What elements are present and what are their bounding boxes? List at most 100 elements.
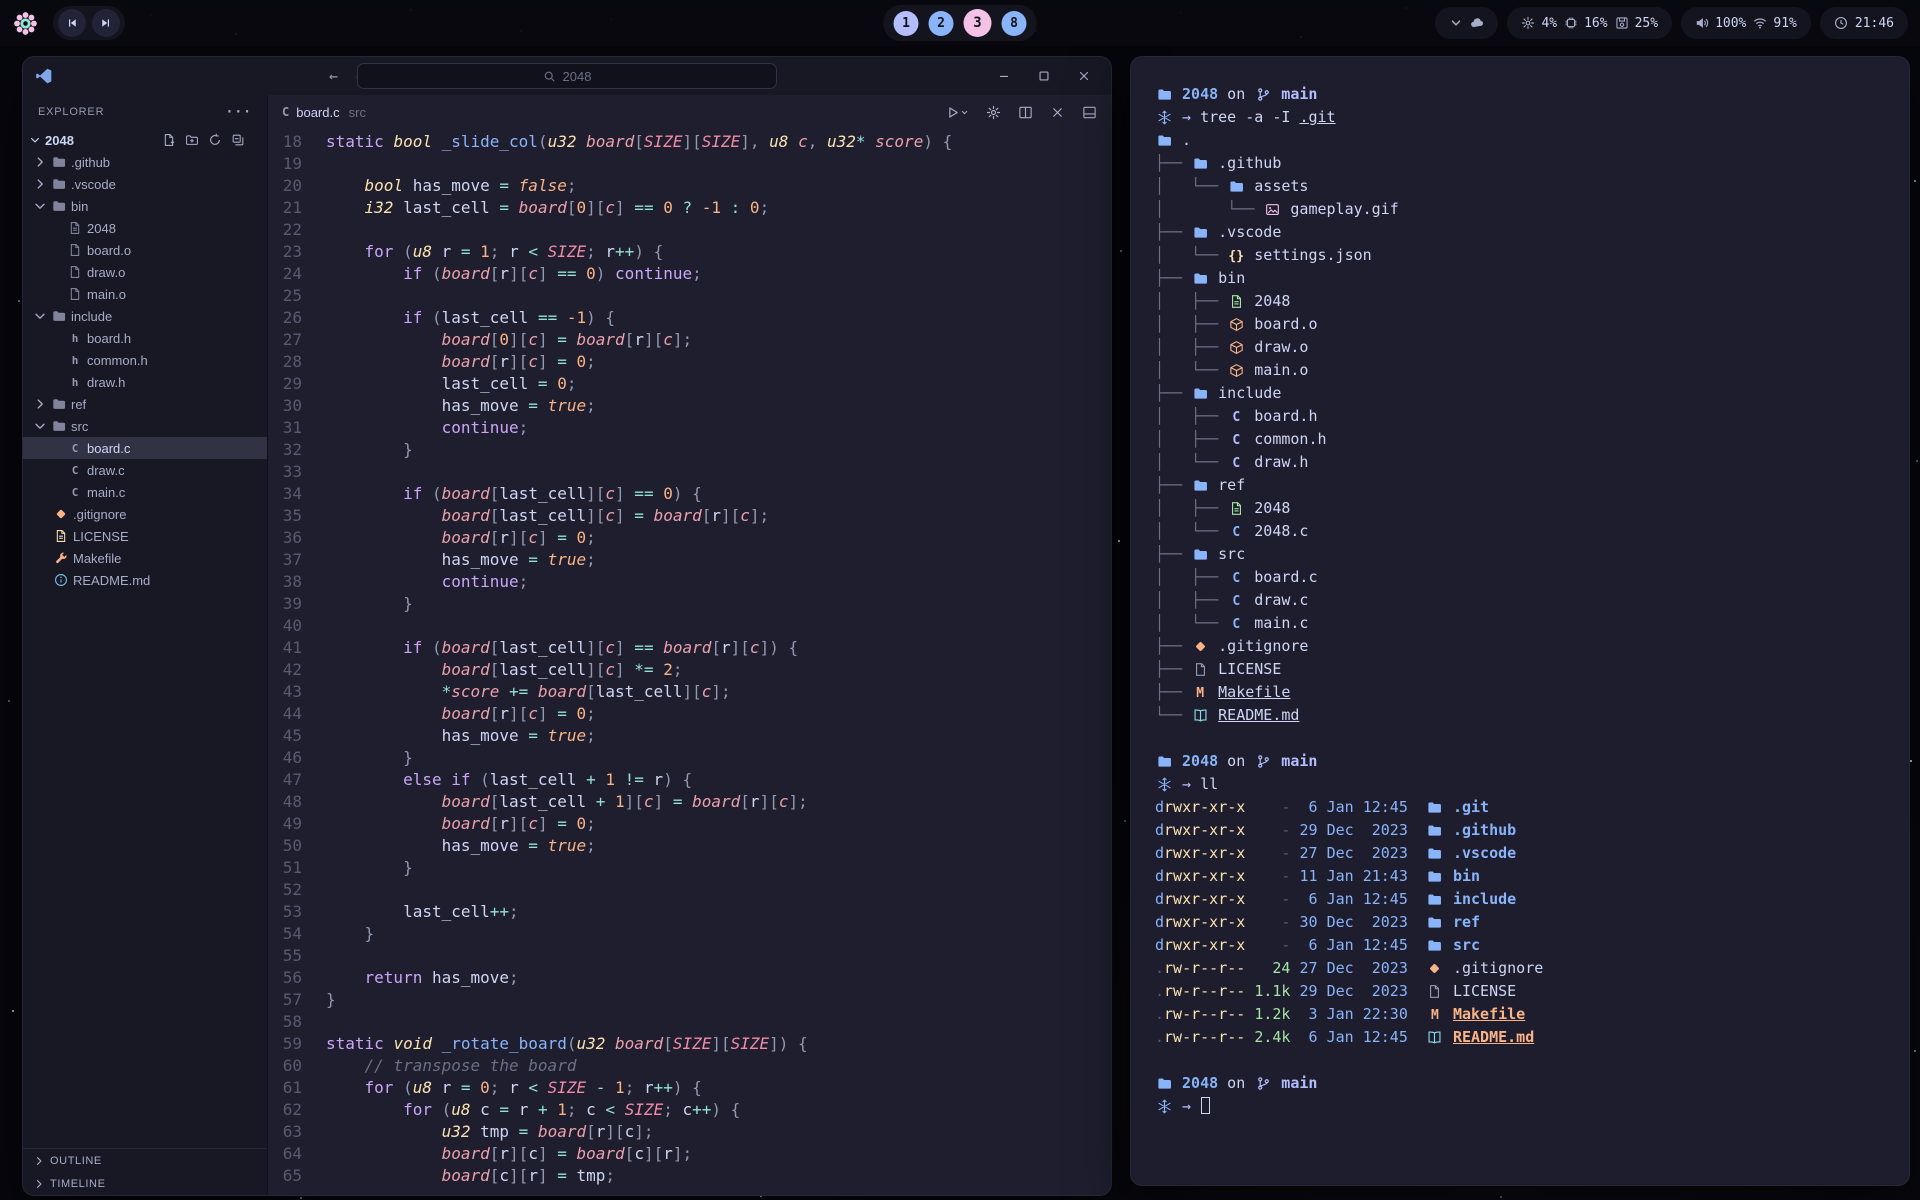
code-line-65[interactable]: 65 board[c][r] = tmp;: [268, 1165, 1111, 1187]
code-line-61[interactable]: 61 for (u8 r = 0; r < SIZE - 1; r++) {: [268, 1077, 1111, 1099]
file-tree-item-include[interactable]: include: [23, 305, 267, 327]
code-line-37[interactable]: 37 has_move = true;: [268, 549, 1111, 571]
code-line-45[interactable]: 45 has_move = true;: [268, 725, 1111, 747]
code-line-30[interactable]: 30 has_move = true;: [268, 395, 1111, 417]
split-editor-button[interactable]: [1018, 105, 1033, 120]
file-tree-item-README.md[interactable]: README.md: [23, 569, 267, 591]
code-line-33[interactable]: 33: [268, 461, 1111, 483]
weather-widget[interactable]: [1435, 7, 1498, 39]
project-root-row[interactable]: 2048: [23, 129, 267, 151]
close-window-button[interactable]: [1077, 69, 1091, 83]
file-tree-item-2048[interactable]: 2048: [23, 217, 267, 239]
code-line-20[interactable]: 20 bool has_move = false;: [268, 175, 1111, 197]
code-line-56[interactable]: 56 return has_move;: [268, 967, 1111, 989]
file-tree-item-main.o[interactable]: main.o: [23, 283, 267, 305]
workspace-1[interactable]: 1: [894, 11, 919, 36]
media-next-button[interactable]: [92, 9, 120, 37]
code-line-60[interactable]: 60 // transpose the board: [268, 1055, 1111, 1077]
file-tree-item-.gitignore[interactable]: .gitignore: [23, 503, 267, 525]
minimize-button[interactable]: [997, 69, 1011, 83]
tab-board-c[interactable]: board.c: [296, 105, 339, 120]
code-line-38[interactable]: 38 continue;: [268, 571, 1111, 593]
code-line-28[interactable]: 28 board[r][c] = 0;: [268, 351, 1111, 373]
outline-panel[interactable]: OUTLINE: [23, 1149, 267, 1172]
code-line-55[interactable]: 55: [268, 945, 1111, 967]
file-tree-item-bin[interactable]: bin: [23, 195, 267, 217]
code-line-19[interactable]: 19: [268, 153, 1111, 175]
code-line-40[interactable]: 40: [268, 615, 1111, 637]
close-editor-button[interactable]: [1050, 105, 1065, 120]
explorer-more-icon[interactable]: ···: [226, 105, 252, 120]
code-line-63[interactable]: 63 u32 tmp = board[r][c];: [268, 1121, 1111, 1143]
code-line-47[interactable]: 47 else if (last_cell + 1 != r) {: [268, 769, 1111, 791]
file-tree-item-board.c[interactable]: Cboard.c: [23, 437, 267, 459]
settings-gear-button[interactable]: [986, 105, 1001, 120]
code-line-21[interactable]: 21 i32 last_cell = board[0][c] == 0 ? -1…: [268, 197, 1111, 219]
code-line-49[interactable]: 49 board[r][c] = 0;: [268, 813, 1111, 835]
file-tree-item-board.h[interactable]: hboard.h: [23, 327, 267, 349]
code-line-18[interactable]: 18static bool _slide_col(u32 board[SIZE]…: [268, 131, 1111, 153]
file-tree-item-draw.h[interactable]: hdraw.h: [23, 371, 267, 393]
file-tree-item-.github[interactable]: .github: [23, 151, 267, 173]
workspace-8[interactable]: 8: [1002, 11, 1027, 36]
code-line-34[interactable]: 34 if (board[last_cell][c] == 0) {: [268, 483, 1111, 505]
code-line-64[interactable]: 64 board[r][c] = board[c][r];: [268, 1143, 1111, 1165]
back-button[interactable]: ←: [329, 67, 338, 85]
code-line-53[interactable]: 53 last_cell++;: [268, 901, 1111, 923]
command-center-search[interactable]: 2048: [357, 63, 777, 89]
code-line-39[interactable]: 39 }: [268, 593, 1111, 615]
code-line-44[interactable]: 44 board[r][c] = 0;: [268, 703, 1111, 725]
file-tree-item-main.c[interactable]: Cmain.c: [23, 481, 267, 503]
file-tree-item-LICENSE[interactable]: LICENSE: [23, 525, 267, 547]
code-line-59[interactable]: 59static void _rotate_board(u32 board[SI…: [268, 1033, 1111, 1055]
code-line-23[interactable]: 23 for (u8 r = 1; r < SIZE; r++) {: [268, 241, 1111, 263]
code-line-54[interactable]: 54 }: [268, 923, 1111, 945]
code-line-48[interactable]: 48 board[last_cell + 1][c] = board[r][c]…: [268, 791, 1111, 813]
toggle-panel-button[interactable]: [1082, 105, 1097, 120]
new-folder-button[interactable]: [185, 133, 199, 147]
timeline-panel[interactable]: TIMELINE: [23, 1172, 267, 1195]
code-line-31[interactable]: 31 continue;: [268, 417, 1111, 439]
file-tree-item-draw.c[interactable]: Cdraw.c: [23, 459, 267, 481]
volume-control[interactable]: 100%: [1695, 16, 1746, 31]
code-line-29[interactable]: 29 last_cell = 0;: [268, 373, 1111, 395]
code-line-32[interactable]: 32 }: [268, 439, 1111, 461]
code-line-24[interactable]: 24 if (board[r][c] == 0) continue;: [268, 263, 1111, 285]
code-line-51[interactable]: 51 }: [268, 857, 1111, 879]
file-tree-item-src[interactable]: src: [23, 415, 267, 437]
code-line-57[interactable]: 57}: [268, 989, 1111, 1011]
code-line-46[interactable]: 46 }: [268, 747, 1111, 769]
wifi-control[interactable]: 91%: [1753, 16, 1796, 31]
file-tree-item-common.h[interactable]: hcommon.h: [23, 349, 267, 371]
file-tree-item-Makefile[interactable]: Makefile: [23, 547, 267, 569]
file-tree-item-ref[interactable]: ref: [23, 393, 267, 415]
code-line-35[interactable]: 35 board[last_cell][c] = board[r][c];: [268, 505, 1111, 527]
workspace-3-active[interactable]: 3: [964, 9, 992, 37]
code-editor[interactable]: 18static bool _slide_col(u32 board[SIZE]…: [268, 129, 1111, 1195]
code-line-50[interactable]: 50 has_move = true;: [268, 835, 1111, 857]
collapse-folders-button[interactable]: [231, 133, 245, 147]
refresh-explorer-button[interactable]: [208, 133, 222, 147]
code-line-25[interactable]: 25: [268, 285, 1111, 307]
maximize-button[interactable]: [1037, 69, 1051, 83]
workspace-2[interactable]: 2: [929, 11, 954, 36]
code-line-58[interactable]: 58: [268, 1011, 1111, 1033]
code-line-22[interactable]: 22: [268, 219, 1111, 241]
code-line-26[interactable]: 26 if (last_cell == -1) {: [268, 307, 1111, 329]
code-line-36[interactable]: 36 board[r][c] = 0;: [268, 527, 1111, 549]
file-tree-item-.vscode[interactable]: .vscode: [23, 173, 267, 195]
code-line-42[interactable]: 42 board[last_cell][c] *= 2;: [268, 659, 1111, 681]
file-tree-item-draw.o[interactable]: draw.o: [23, 261, 267, 283]
vscode-titlebar[interactable]: ← → 2048: [23, 57, 1111, 95]
code-line-27[interactable]: 27 board[0][c] = board[r][c];: [268, 329, 1111, 351]
terminal-window[interactable]: 2048 on main → tree -a -I .git .├── .git…: [1130, 56, 1910, 1186]
code-line-41[interactable]: 41 if (board[last_cell][c] == board[r][c…: [268, 637, 1111, 659]
code-line-62[interactable]: 62 for (u8 c = r + 1; c < SIZE; c++) {: [268, 1099, 1111, 1121]
media-previous-button[interactable]: [58, 9, 86, 37]
new-file-button[interactable]: [162, 133, 176, 147]
code-line-43[interactable]: 43 *score += board[last_cell][c];: [268, 681, 1111, 703]
code-line-52[interactable]: 52: [268, 879, 1111, 901]
file-tree-item-board.o[interactable]: board.o: [23, 239, 267, 261]
launcher-logo-icon[interactable]: [12, 10, 39, 37]
run-button[interactable]: [945, 105, 969, 120]
